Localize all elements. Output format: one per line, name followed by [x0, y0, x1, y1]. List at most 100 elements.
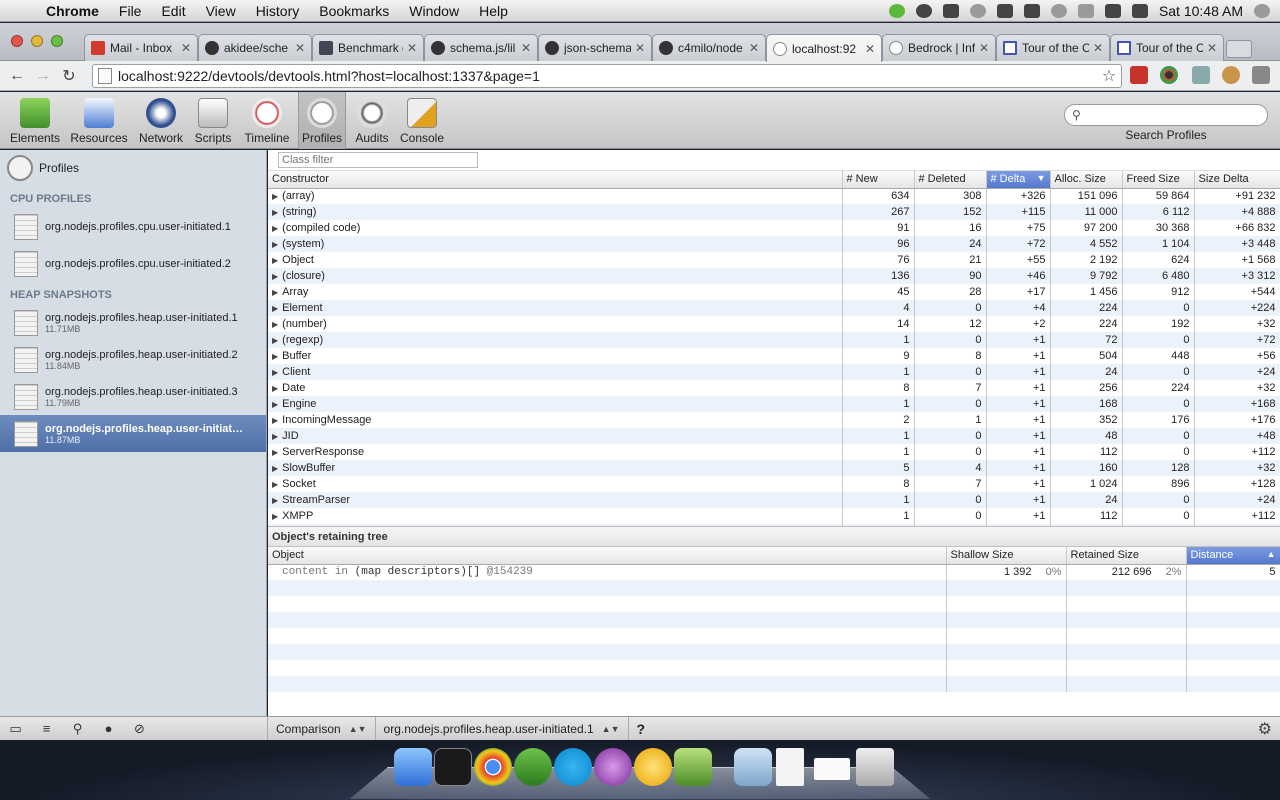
downloads-folder-icon[interactable]	[734, 748, 772, 786]
close-tab-icon[interactable]: ✕	[635, 41, 645, 55]
tab-c4milo[interactable]: c4milo/node ✕	[652, 34, 766, 61]
table-row[interactable]: ▶ (regexp) 1 0 +1 72 0 +72	[268, 332, 1280, 348]
wrench-menu-icon[interactable]	[1252, 66, 1270, 84]
expand-triangle-icon[interactable]: ▶	[272, 224, 278, 233]
tab-mail[interactable]: Mail - Inbox ✕	[84, 34, 198, 61]
expand-triangle-icon[interactable]: ▶	[272, 384, 278, 393]
expand-triangle-icon[interactable]: ▶	[272, 240, 278, 249]
sidebar-item-heap-snapshot[interactable]: org.nodejs.profiles.heap.user-initiated.…	[0, 341, 266, 378]
time-machine-icon[interactable]	[1050, 3, 1067, 18]
adium-icon[interactable]	[915, 3, 932, 18]
sidebar-item-cpu-profile[interactable]: org.nodejs.profiles.cpu.user-initiated.1	[0, 208, 266, 245]
tab-bedrock[interactable]: Bedrock | Inf ✕	[882, 34, 996, 61]
reload-icon[interactable]: ↻	[56, 66, 82, 86]
zoom-window-button[interactable]	[51, 35, 63, 47]
bookmark-star-icon[interactable]: ☆	[1097, 66, 1121, 86]
table-row[interactable]: ▶ XMPP 1 0 +1 112 0 +112	[268, 508, 1280, 524]
tab-localhost[interactable]: localhost:92 ✕	[766, 34, 882, 62]
table-row[interactable]: ▶ Buffer 9 8 +1 504 448 +56	[268, 348, 1280, 364]
profiles-root[interactable]: Profiles	[0, 150, 266, 186]
column-header[interactable]: Constructor	[268, 171, 843, 189]
panel-profiles[interactable]: Profiles	[298, 92, 346, 149]
expand-triangle-icon[interactable]: ▶	[272, 320, 278, 329]
panel-network[interactable]: Network	[134, 92, 188, 149]
volume-icon[interactable]	[1131, 3, 1148, 18]
acrobat-extension-icon[interactable]	[1130, 66, 1148, 84]
growl-icon[interactable]	[634, 748, 672, 786]
expand-triangle-icon[interactable]: ▶	[272, 512, 278, 521]
console-toggle-icon[interactable]: ≡	[31, 721, 62, 736]
tab-akidee[interactable]: akidee/sche ✕	[198, 34, 312, 61]
table-row[interactable]: ▶ Array 45 28 +17 1 456 912 +544	[268, 284, 1280, 300]
panel-timeline[interactable]: Timeline	[240, 92, 294, 149]
table-row[interactable]: ▶ JID 1 0 +1 48 0 +48	[268, 428, 1280, 444]
retaining-column-header-sorted[interactable]: Distance ▲	[1186, 547, 1280, 565]
baseline-snapshot-select[interactable]: org.nodejs.profiles.heap.user-initiated.…	[374, 716, 628, 741]
expand-triangle-icon[interactable]: ▶	[272, 336, 278, 345]
expand-triangle-icon[interactable]: ▶	[272, 400, 278, 409]
view-mode-select[interactable]: Comparison ▲▼	[267, 716, 375, 741]
expand-triangle-icon[interactable]: ▶	[272, 256, 278, 265]
menu-help[interactable]: Help	[469, 3, 518, 19]
close-tab-icon[interactable]: ✕	[749, 41, 759, 55]
dropbox-icon[interactable]	[942, 3, 959, 18]
sidebar-item-heap-snapshot[interactable]: org.nodejs.profiles.heap.user-initiated.…	[0, 304, 266, 341]
dock-toggle-icon[interactable]: ▭	[0, 721, 31, 737]
table-row[interactable]: ▶ (string) 267 152 +115 11 000 6 112 +4 888	[268, 204, 1280, 220]
tab-schemajs[interactable]: schema.js/lil ✕	[424, 34, 538, 61]
column-header[interactable]: Size Delta	[1194, 171, 1280, 189]
display-icon[interactable]	[1023, 3, 1040, 18]
eyedropper-extension-icon[interactable]	[1192, 66, 1210, 84]
table-row[interactable]: ▶ (compiled code) 91 16 +75 97 200 30 368 +66 8…	[268, 220, 1280, 236]
class-filter-input[interactable]	[278, 152, 478, 168]
sidebar-item-heap-snapshot-selected[interactable]: org.nodejs.profiles.heap.user-initiat… 11…	[0, 415, 266, 452]
expand-triangle-icon[interactable]: ▶	[272, 192, 278, 201]
cookie-extension-icon[interactable]	[1222, 66, 1240, 84]
clear-icon[interactable]: ⊘	[124, 721, 155, 737]
close-tab-icon[interactable]: ✕	[407, 41, 417, 55]
menu-history[interactable]: History	[246, 3, 310, 19]
tab-tour-2[interactable]: Tour of the C ✕	[1110, 34, 1224, 61]
terminal-icon[interactable]	[434, 748, 472, 786]
tab-benchmark[interactable]: Benchmark c ✕	[312, 34, 424, 61]
expand-triangle-icon[interactable]: ▶	[272, 352, 278, 361]
evernote-icon[interactable]	[888, 3, 905, 18]
finder-icon[interactable]	[394, 748, 432, 786]
panel-audits[interactable]: Audits	[350, 92, 394, 149]
record-icon[interactable]: ●	[93, 721, 124, 736]
help-button[interactable]: ?	[627, 716, 654, 741]
column-header[interactable]: Alloc. Size	[1050, 171, 1123, 189]
table-row[interactable]: ▶ Object 76 21 +55 2 192 624 +1 568	[268, 252, 1280, 268]
table-row[interactable]: ▶ Client 1 0 +1 24 0 +24	[268, 364, 1280, 380]
expand-triangle-icon[interactable]: ▶	[272, 288, 278, 297]
wifi-icon[interactable]	[1104, 3, 1121, 18]
expand-triangle-icon[interactable]: ▶	[272, 432, 278, 441]
table-row[interactable]: ▶ Date 8 7 +1 256 224 +32	[268, 380, 1280, 396]
menu-file[interactable]: File	[109, 3, 152, 19]
menu-window[interactable]: Window	[399, 3, 469, 19]
menu-app-name[interactable]: Chrome	[36, 3, 109, 19]
table-row[interactable]: ▶ (number) 14 12 +2 224 192 +32	[268, 316, 1280, 332]
skype-icon[interactable]	[554, 748, 592, 786]
spotlight-icon[interactable]	[1254, 3, 1270, 18]
window-thumbnail-icon[interactable]	[814, 758, 850, 780]
color-picker-extension-icon[interactable]	[1160, 66, 1178, 84]
table-row[interactable]: ▶ (system) 96 24 +72 4 552 1 104 +3 448	[268, 236, 1280, 252]
panel-scripts[interactable]: Scripts	[190, 92, 236, 149]
search-icon[interactable]: ⚲	[62, 721, 93, 737]
address-bar[interactable]: localhost:9222/devtools/devtools.html?ho…	[92, 64, 1122, 88]
table-row[interactable]: ▶ Engine 1 0 +1 168 0 +168	[268, 396, 1280, 412]
address-url[interactable]: localhost:9222/devtools/devtools.html?ho…	[118, 68, 1097, 84]
close-tab-icon[interactable]: ✕	[295, 41, 305, 55]
close-tab-icon[interactable]: ✕	[865, 42, 875, 56]
battery-icon[interactable]	[996, 3, 1013, 18]
macvim-icon[interactable]	[674, 748, 712, 786]
column-header[interactable]: # New	[842, 171, 915, 189]
table-row[interactable]: ▶ IncomingMessage 2 1 +1 352 176 +176	[268, 412, 1280, 428]
expand-triangle-icon[interactable]: ▶	[272, 208, 278, 217]
back-arrow-icon[interactable]: ←	[4, 67, 30, 85]
new-tab-button[interactable]	[1226, 40, 1252, 58]
chat-icon[interactable]	[969, 3, 986, 18]
pidgin-icon[interactable]	[594, 748, 632, 786]
forward-arrow-icon[interactable]: →	[30, 67, 56, 85]
